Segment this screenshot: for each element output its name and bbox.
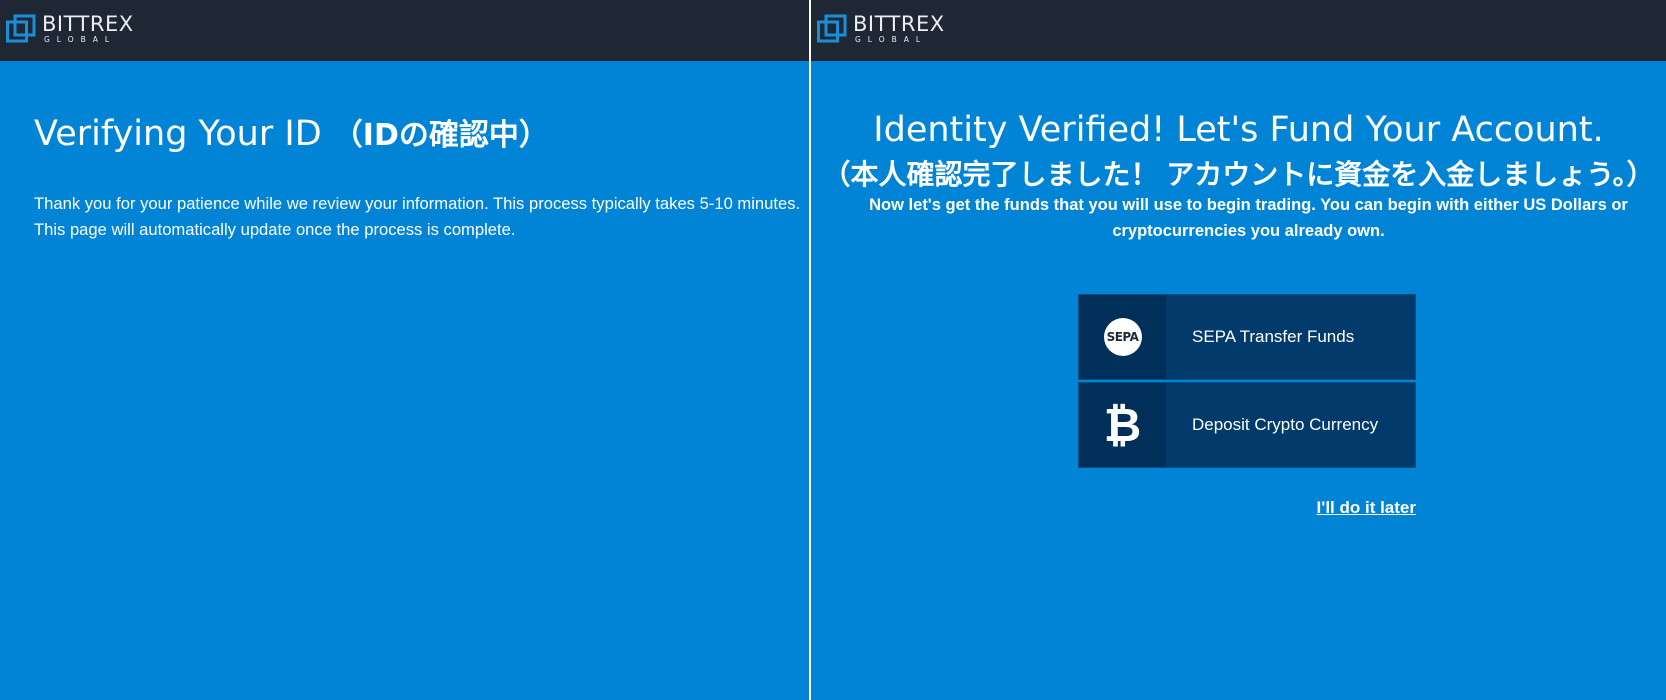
title-jp-annotation: （本人確認完了しました！ アカウントに資金を入金しましょう。） [822, 159, 1655, 190]
page-title: Identity Verified! Let's Fund Your Accou… [873, 110, 1604, 150]
page-title: Verifying Your ID （IDの確認中） [34, 110, 549, 154]
title-jp-annotation: （IDの確認中） [332, 118, 549, 153]
brand-name: BITTREX [853, 12, 945, 36]
deposit-crypto-label: Deposit Crypto Currency [1192, 415, 1379, 434]
bitcoin-icon: ₿ [1103, 398, 1142, 452]
funding-options: SEPA SEPA Transfer Funds ₿ Deposit Crypt… [1078, 294, 1416, 470]
deposit-crypto-button[interactable]: ₿ Deposit Crypto Currency [1078, 382, 1416, 468]
sepa-transfer-label: SEPA Transfer Funds [1192, 327, 1355, 346]
brand-subtitle: GLOBAL [44, 35, 117, 44]
bittrex-logo-icon [817, 14, 847, 43]
bittrex-logo-icon [6, 14, 36, 43]
title-text: Verifying Your ID [34, 114, 322, 154]
sepa-transfer-button[interactable]: SEPA SEPA Transfer Funds [1078, 294, 1416, 380]
brand-name: BITTREX [42, 12, 134, 36]
do-it-later-link[interactable]: I'll do it later [1317, 498, 1416, 518]
bittrex-logo[interactable]: BITTREX GLOBAL [817, 14, 945, 48]
header-bar: BITTREX GLOBAL [0, 0, 809, 61]
brand-subtitle: GLOBAL [855, 35, 928, 44]
funding-description: Now let's get the funds that you will us… [869, 196, 1628, 240]
funding-panel: BITTREX GLOBAL Identity Verified! Let's … [811, 0, 1666, 700]
bittrex-logo[interactable]: BITTREX GLOBAL [6, 14, 134, 48]
verification-description: Thank you for your patience while we rev… [34, 194, 801, 239]
header-bar: BITTREX GLOBAL [811, 0, 1666, 61]
verifying-panel: BITTREX GLOBAL Verifying Your ID （IDの確認中… [0, 0, 809, 700]
sepa-icon: SEPA [1103, 318, 1142, 356]
